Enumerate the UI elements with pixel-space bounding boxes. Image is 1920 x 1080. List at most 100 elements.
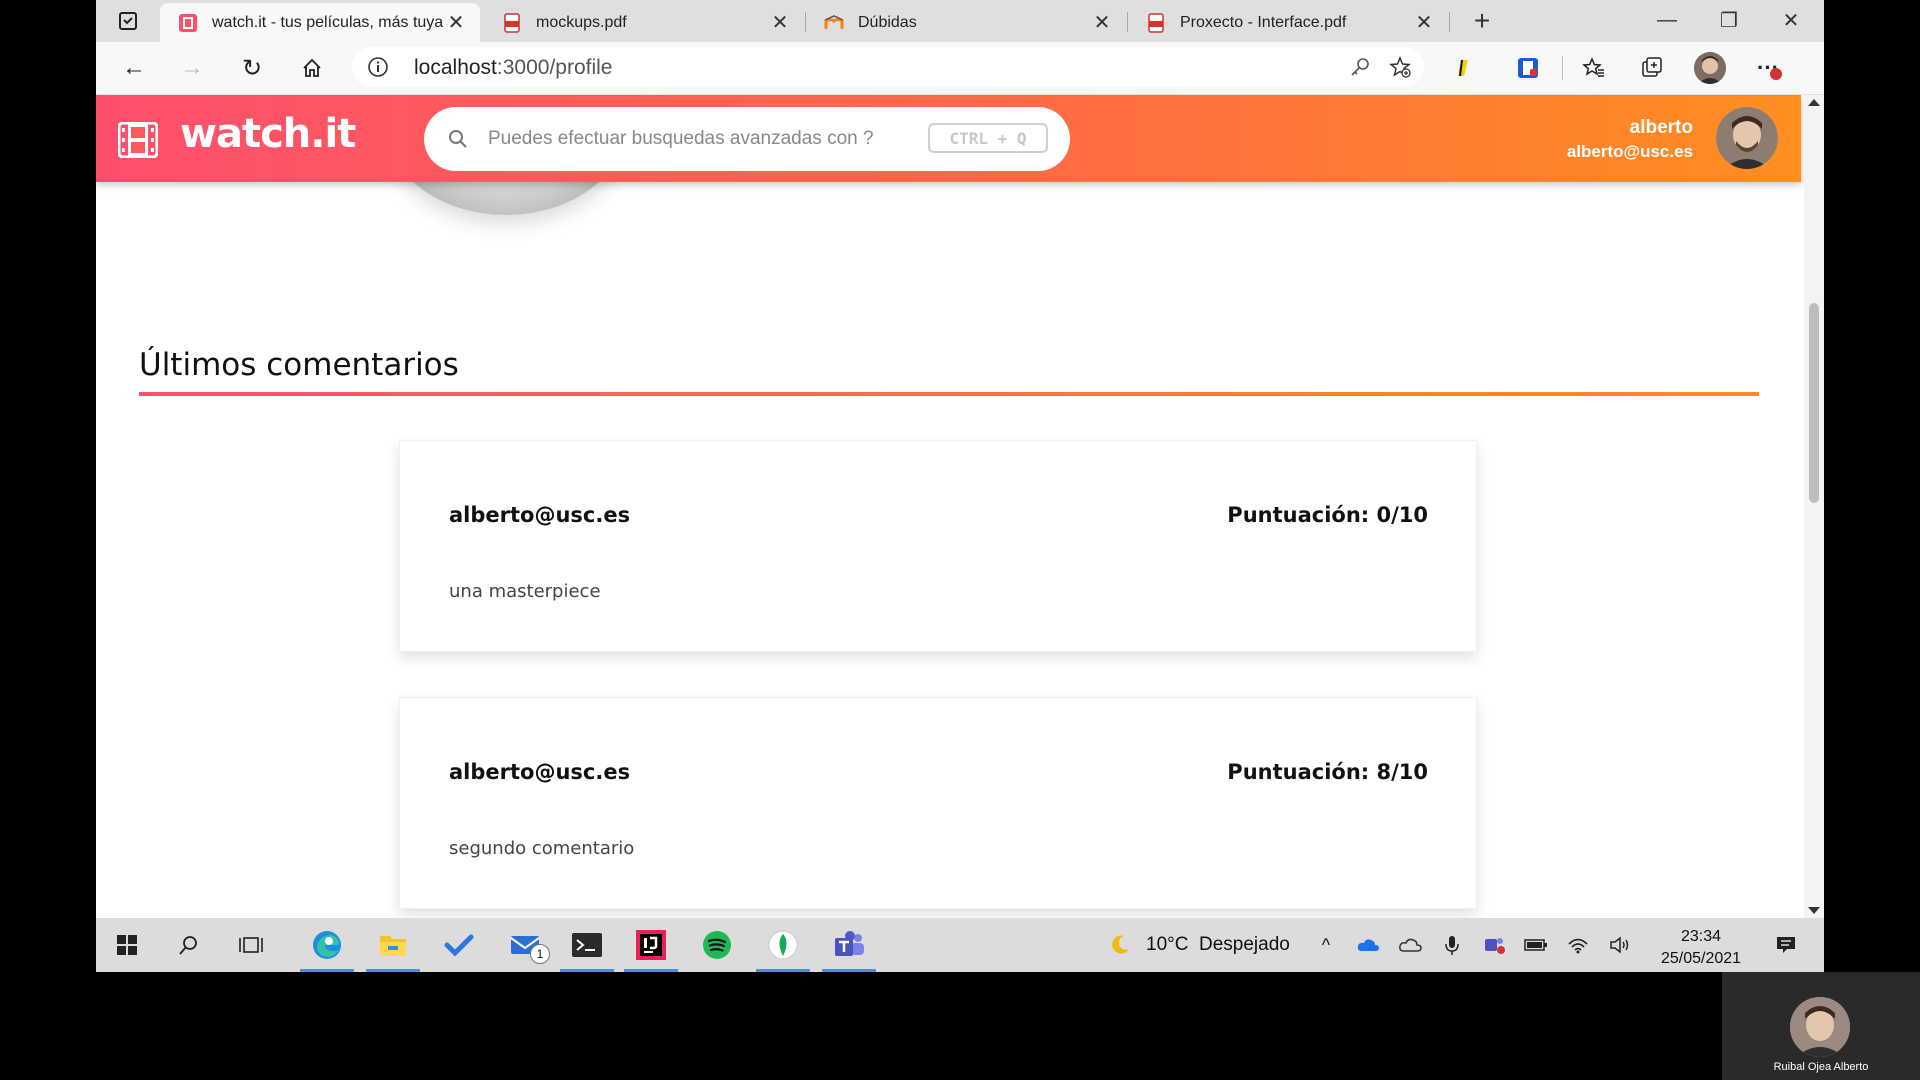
info-icon[interactable] (366, 55, 390, 79)
watchit-logo-icon (179, 13, 197, 32)
cloud-icon (1357, 939, 1379, 951)
scroll-up-icon[interactable] (1808, 99, 1820, 106)
favorites-icon (1582, 57, 1604, 77)
windows-icon (117, 935, 137, 955)
taskbar-terminal[interactable] (556, 918, 618, 972)
minimize-button[interactable]: — (1636, 0, 1698, 40)
extension-yellow-button[interactable] (1450, 54, 1478, 82)
search-input[interactable]: Puedes efectuar busquedas avanzadas con … (488, 128, 874, 150)
extension-blue-button[interactable] (1514, 54, 1542, 82)
onedrive-tray[interactable] (1348, 918, 1388, 972)
tab-title: mockups.pdf (536, 13, 627, 31)
battery-icon (1524, 939, 1547, 951)
url-host: localhost (414, 56, 497, 79)
scroll-down-icon[interactable] (1808, 907, 1820, 914)
user-avatar[interactable] (1716, 107, 1778, 169)
edge-icon (313, 931, 341, 959)
browser-tab-strip: watch.it - tus películas, más tuya ✕ moc… (96, 0, 1824, 42)
favorites-button[interactable] (1580, 54, 1608, 82)
taskbar-clock[interactable]: 23:34 25/05/2021 (1646, 926, 1756, 970)
profile-avatar-button[interactable] (1694, 52, 1726, 84)
taskbar-intellij[interactable] (620, 918, 682, 972)
wifi-tray[interactable] (1558, 918, 1598, 972)
notifications-button[interactable] (1766, 918, 1806, 972)
collections-button[interactable] (1638, 54, 1666, 82)
taskbar-edge[interactable] (296, 918, 358, 972)
tab-close-icon[interactable]: ✕ (446, 10, 466, 35)
tab-title: Proxecto - Interface.pdf (1180, 13, 1347, 31)
address-bar[interactable]: localhost:3000/profile (352, 47, 1424, 87)
battery-tray[interactable] (1516, 918, 1556, 972)
cloud-outline-icon (1399, 938, 1422, 952)
key-icon[interactable] (1348, 55, 1372, 79)
restore-icon: ❐ (1720, 9, 1738, 32)
tab-close-icon[interactable]: ✕ (1092, 10, 1112, 35)
wifi-icon (1568, 938, 1588, 954)
page-scrollbar[interactable] (1804, 95, 1824, 918)
taskbar-file-explorer[interactable] (362, 918, 424, 972)
pdf-icon (504, 12, 520, 33)
taskbar-search-button[interactable] (158, 918, 220, 972)
onedrive-personal-tray[interactable] (1390, 918, 1430, 972)
show-hidden-icons-button[interactable]: ^ (1306, 918, 1346, 972)
app-logo[interactable]: watch.it (180, 111, 356, 157)
tab-mockups[interactable]: mockups.pdf ✕ (484, 3, 804, 42)
film-logo-icon[interactable] (118, 122, 158, 158)
taskbar-spotify[interactable] (686, 918, 748, 972)
arrow-left-icon: ← (122, 54, 146, 81)
extension-icon (1518, 58, 1538, 78)
checkmark-icon (444, 934, 474, 957)
microphone-tray[interactable] (1432, 918, 1472, 972)
close-icon: ✕ (1782, 9, 1800, 32)
minimize-icon: — (1657, 8, 1677, 31)
task-view-button[interactable] (220, 918, 282, 972)
chevron-up-icon: ^ (1321, 934, 1331, 955)
home-icon (303, 58, 321, 77)
volume-tray[interactable] (1600, 918, 1640, 972)
comment-score: Puntuación: 8/10 (1227, 760, 1428, 784)
desktop-screen: watch.it - tus películas, más tuya ✕ moc… (96, 0, 1824, 972)
comment-text: segundo comentario (449, 838, 635, 859)
tab-close-icon[interactable]: ✕ (1414, 10, 1434, 35)
teams-icon (1485, 938, 1505, 954)
taskbar-todo[interactable] (428, 918, 490, 972)
mongodb-icon (768, 930, 798, 960)
close-window-button[interactable]: ✕ (1760, 0, 1822, 40)
forward-button[interactable]: → (172, 48, 212, 88)
taskbar-teams[interactable] (818, 918, 880, 972)
tab-title: Dúbidas (858, 13, 917, 31)
tab-actions-button[interactable] (96, 0, 160, 42)
comment-author: alberto@usc.es (449, 503, 631, 527)
reload-button[interactable]: ↻ (232, 48, 272, 88)
tab-watchit[interactable]: watch.it - tus películas, más tuya ✕ (160, 3, 480, 42)
url-text: localhost:3000/profile (414, 56, 612, 80)
tab-proxecto[interactable]: Proxecto - Interface.pdf ✕ (1128, 3, 1448, 42)
back-button[interactable]: ← (114, 48, 154, 88)
teams-tray[interactable] (1474, 918, 1514, 972)
spotify-icon (703, 931, 731, 959)
restore-button[interactable]: ❐ (1698, 0, 1760, 40)
alert-badge (1770, 68, 1782, 80)
tab-actions-icon (119, 12, 137, 30)
weather-text: 10°C Despejado (1146, 934, 1290, 955)
add-favorite-icon[interactable] (1388, 55, 1412, 79)
taskbar-mail[interactable]: 1 (494, 918, 556, 972)
tab-dubidas[interactable]: Dúbidas ✕ (806, 3, 1126, 42)
taskbar-mongodb[interactable] (752, 918, 814, 972)
weather-widget[interactable]: 10°C Despejado (1108, 918, 1290, 972)
comment-author: alberto@usc.es (449, 760, 631, 784)
new-tab-button[interactable]: + (1462, 3, 1502, 39)
intellij-icon (636, 930, 666, 960)
settings-more-button[interactable]: ··· (1754, 54, 1782, 82)
search-box[interactable]: Puedes efectuar busquedas avanzadas con … (424, 107, 1070, 171)
comments-section-title: Últimos comentarios (139, 347, 459, 383)
tab-close-icon[interactable]: ✕ (770, 10, 790, 35)
comment-score: Puntuación: 0/10 (1227, 503, 1428, 527)
participant-avatar (1790, 997, 1850, 1057)
start-button[interactable] (96, 918, 158, 972)
home-button[interactable] (292, 48, 332, 88)
search-icon (179, 936, 197, 955)
scrollbar-thumb[interactable] (1809, 303, 1819, 503)
avatar (1790, 997, 1850, 1057)
moodle-icon (824, 14, 844, 29)
